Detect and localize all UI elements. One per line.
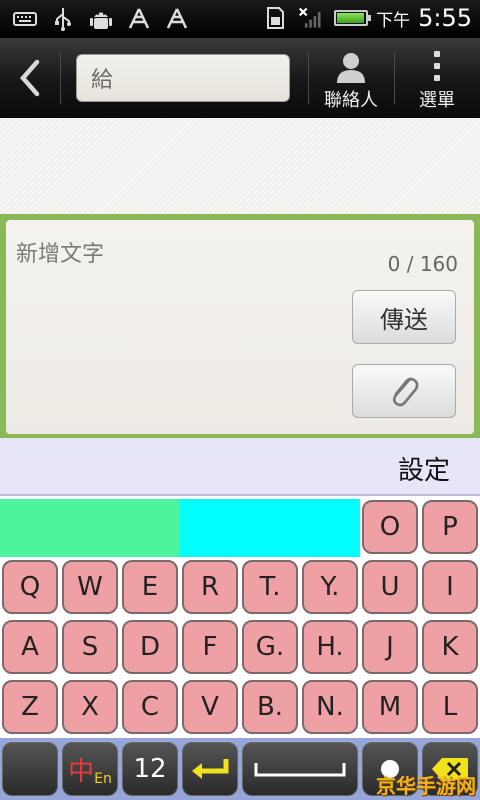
overflow-menu-icon bbox=[431, 48, 443, 86]
battery-icon bbox=[334, 10, 372, 26]
key-c[interactable]: C bbox=[122, 680, 178, 734]
menu-label: 選單 bbox=[419, 90, 455, 111]
key-u[interactable]: U bbox=[362, 560, 418, 614]
key-j[interactable]: J bbox=[362, 620, 418, 674]
notification-icons bbox=[12, 6, 190, 32]
time-period: 下午 bbox=[376, 10, 411, 31]
key-w[interactable]: W bbox=[62, 560, 118, 614]
candidate-slot[interactable] bbox=[0, 499, 180, 557]
compose-panel: 新增文字 0 / 160 傳送 bbox=[0, 214, 480, 438]
keyboard: O P Q W E R T. Y. U I A S D F G. H. J K Z X C V B. N. M L 中 E… bbox=[0, 496, 480, 800]
usb-icon bbox=[50, 6, 76, 32]
recipient-input[interactable] bbox=[76, 54, 290, 102]
candidate-slot[interactable] bbox=[180, 499, 360, 557]
key-q[interactable]: Q bbox=[2, 560, 58, 614]
key-a[interactable]: A bbox=[2, 620, 58, 674]
key-b[interactable]: B. bbox=[242, 680, 298, 734]
key-m[interactable]: M bbox=[362, 680, 418, 734]
lang-sub-label: En bbox=[94, 771, 112, 787]
key-e[interactable]: E bbox=[122, 560, 178, 614]
space-key[interactable] bbox=[242, 742, 358, 796]
title-bar: 聯絡人 選單 bbox=[0, 38, 480, 118]
signal-icon bbox=[296, 5, 326, 31]
message-placeholder: 新增文字 bbox=[16, 242, 105, 267]
back-button[interactable] bbox=[6, 50, 52, 106]
number-key[interactable]: 12 bbox=[122, 742, 178, 796]
key-z[interactable]: Z bbox=[2, 680, 58, 734]
key-y[interactable]: Y. bbox=[302, 560, 358, 614]
lang-main-label: 中 bbox=[68, 756, 95, 787]
character-counter: 0 / 160 bbox=[387, 252, 458, 276]
attach-button[interactable] bbox=[352, 364, 456, 418]
enter-key[interactable] bbox=[182, 742, 238, 796]
sd-card-icon bbox=[262, 5, 288, 31]
contacts-label: 聯絡人 bbox=[324, 90, 378, 111]
key-g[interactable]: G. bbox=[242, 620, 298, 674]
key-l[interactable]: L bbox=[422, 680, 478, 734]
divider bbox=[394, 52, 395, 104]
android-debug-icon bbox=[88, 6, 114, 32]
key-d[interactable]: D bbox=[122, 620, 178, 674]
shift-key[interactable] bbox=[2, 742, 58, 796]
key-h[interactable]: H. bbox=[302, 620, 358, 674]
divider bbox=[308, 52, 309, 104]
key-n[interactable]: N. bbox=[302, 680, 358, 734]
message-thread bbox=[0, 118, 480, 214]
ime-settings-bar: 設定 bbox=[0, 438, 480, 496]
keyboard-icon bbox=[12, 6, 38, 32]
key-k[interactable]: K bbox=[422, 620, 478, 674]
function-row: 中 En 12 京华手游网 bbox=[0, 738, 480, 800]
key-f[interactable]: F bbox=[182, 620, 238, 674]
key-v[interactable]: V bbox=[182, 680, 238, 734]
system-tray: 下午 5:55 bbox=[262, 4, 472, 32]
status-bar: 下午 5:55 bbox=[0, 0, 480, 38]
compose-field[interactable]: 新增文字 0 / 160 傳送 bbox=[6, 220, 474, 434]
key-o[interactable]: O bbox=[362, 500, 418, 554]
contacts-button[interactable]: 聯絡人 bbox=[318, 46, 384, 112]
settings-button[interactable]: 設定 bbox=[398, 450, 450, 487]
key-p[interactable]: P bbox=[422, 500, 478, 554]
watermark-logo: 京华手游网 bbox=[376, 774, 476, 798]
person-icon bbox=[333, 48, 369, 86]
key-r[interactable]: R bbox=[182, 560, 238, 614]
key-x[interactable]: X bbox=[62, 680, 118, 734]
key-i[interactable]: I bbox=[422, 560, 478, 614]
language-toggle-key[interactable]: 中 En bbox=[62, 742, 118, 796]
key-t[interactable]: T. bbox=[242, 560, 298, 614]
divider bbox=[60, 52, 61, 104]
enter-arrow-icon bbox=[192, 759, 229, 779]
chevron-left-icon bbox=[20, 59, 40, 97]
tower-icon bbox=[164, 6, 190, 32]
space-bar-icon bbox=[254, 763, 346, 777]
tower-icon bbox=[126, 6, 152, 32]
paperclip-icon bbox=[392, 377, 419, 407]
key-s[interactable]: S bbox=[62, 620, 118, 674]
clock: 5:55 bbox=[418, 4, 472, 32]
menu-button[interactable]: 選單 bbox=[404, 46, 470, 112]
send-button[interactable]: 傳送 bbox=[352, 290, 456, 344]
